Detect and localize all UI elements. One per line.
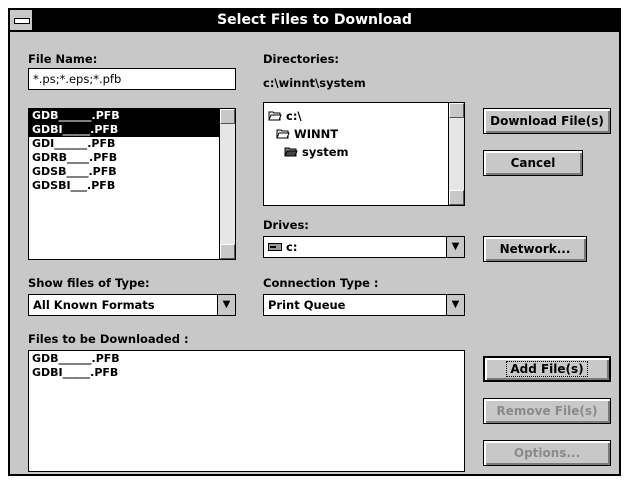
current-directory: c:\winnt\system	[263, 76, 366, 90]
download-files-label: Download File(s)	[490, 114, 604, 128]
cancel-label: Cancel	[510, 156, 556, 170]
drives-selected: c:	[286, 240, 298, 254]
file-name-input[interactable]: *.ps;*.eps;*.pfb	[28, 68, 236, 90]
cancel-button[interactable]: Cancel	[483, 150, 583, 176]
file-list[interactable]: GDB______.PFB GDBI_____.PFB GDI______.PFB G…	[28, 108, 236, 260]
connection-type-dropdown-arrow[interactable]: ▼	[446, 295, 464, 315]
file-list-item[interactable]: GDSBI___.PFB	[29, 179, 235, 193]
network-label: Network...	[499, 242, 571, 256]
hard-drive-icon	[268, 243, 282, 251]
download-list-label: Files to be Downloaded :	[28, 332, 189, 346]
remove-files-label: Remove File(s)	[496, 404, 598, 418]
directories-label: Directories:	[263, 52, 340, 66]
download-list[interactable]: GDB______.PFB GDBI_____.PFB	[28, 350, 465, 472]
file-list-item[interactable]: GDBI_____.PFB	[29, 123, 235, 137]
file-type-dropdown-arrow[interactable]: ▼	[217, 295, 235, 315]
file-type-dropdown[interactable]: All Known Formats ▼	[28, 294, 236, 316]
connection-type-value: Print Queue	[268, 298, 346, 312]
open-folder-icon	[276, 129, 290, 139]
download-files-button[interactable]: Download File(s)	[483, 108, 611, 134]
scroll-up-button[interactable]	[449, 103, 464, 118]
directory-item-system[interactable]: system	[284, 145, 348, 159]
file-name-label: File Name:	[28, 52, 98, 66]
connection-type-dropdown[interactable]: Print Queue ▼	[263, 294, 465, 316]
directory-item-label: system	[302, 145, 349, 159]
title-bar: Select Files to Download	[10, 10, 619, 32]
drives-dropdown-arrow[interactable]: ▼	[446, 237, 464, 257]
directory-item-root[interactable]: c:\	[268, 109, 302, 123]
open-folder-icon	[268, 111, 282, 121]
file-list-item[interactable]: GDI______.PFB	[29, 137, 235, 151]
remove-files-button[interactable]: Remove File(s)	[483, 398, 611, 424]
options-label: Options...	[513, 446, 581, 460]
directory-list[interactable]: c:\ WINNT system	[263, 102, 465, 206]
download-list-item[interactable]: GDB______.PFB	[29, 352, 464, 366]
add-files-label: Add File(s)	[506, 361, 588, 377]
drives-label: Drives:	[263, 218, 309, 232]
file-type-label: Show files of Type:	[28, 276, 150, 290]
connection-type-label: Connection Type :	[263, 276, 379, 290]
file-list-scrollbar[interactable]	[219, 109, 235, 259]
file-list-items: GDB______.PFB GDBI_____.PFB GDI______.PFB G…	[29, 109, 235, 193]
drives-dropdown[interactable]: c: ▼	[263, 236, 465, 258]
scroll-down-button[interactable]	[449, 190, 464, 205]
options-button[interactable]: Options...	[483, 440, 611, 466]
file-list-item[interactable]: GDSB____.PFB	[29, 165, 235, 179]
network-button[interactable]: Network...	[483, 236, 587, 262]
drives-value: c:	[268, 240, 297, 254]
dialog-title: Select Files to Download	[217, 12, 412, 28]
directory-item-winnt[interactable]: WINNT	[276, 127, 338, 141]
open-folder-icon	[284, 147, 298, 157]
select-files-dialog: Select Files to Download File Name: *.ps…	[8, 8, 621, 476]
download-list-items: GDB______.PFB GDBI_____.PFB	[29, 351, 464, 380]
download-list-item[interactable]: GDBI_____.PFB	[29, 366, 464, 380]
add-files-button[interactable]: Add File(s)	[483, 356, 611, 382]
scroll-down-button[interactable]	[220, 244, 235, 259]
directory-item-label: c:\	[286, 109, 302, 123]
scroll-up-button[interactable]	[220, 109, 235, 124]
directory-list-scrollbar[interactable]	[448, 103, 464, 205]
file-list-item[interactable]: GDB______.PFB	[29, 109, 235, 123]
file-type-value: All Known Formats	[33, 298, 155, 312]
directory-item-label: WINNT	[294, 127, 339, 141]
file-list-item[interactable]: GDRB____.PFB	[29, 151, 235, 165]
